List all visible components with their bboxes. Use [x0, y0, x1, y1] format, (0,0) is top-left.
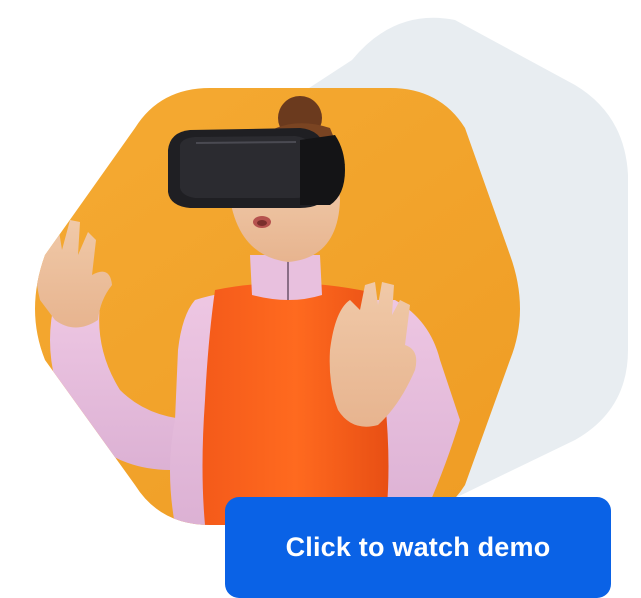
vr-headset-graphic — [168, 128, 345, 208]
demo-hero: Click to watch demo — [0, 0, 641, 598]
watch-demo-button[interactable]: Click to watch demo — [225, 497, 611, 598]
